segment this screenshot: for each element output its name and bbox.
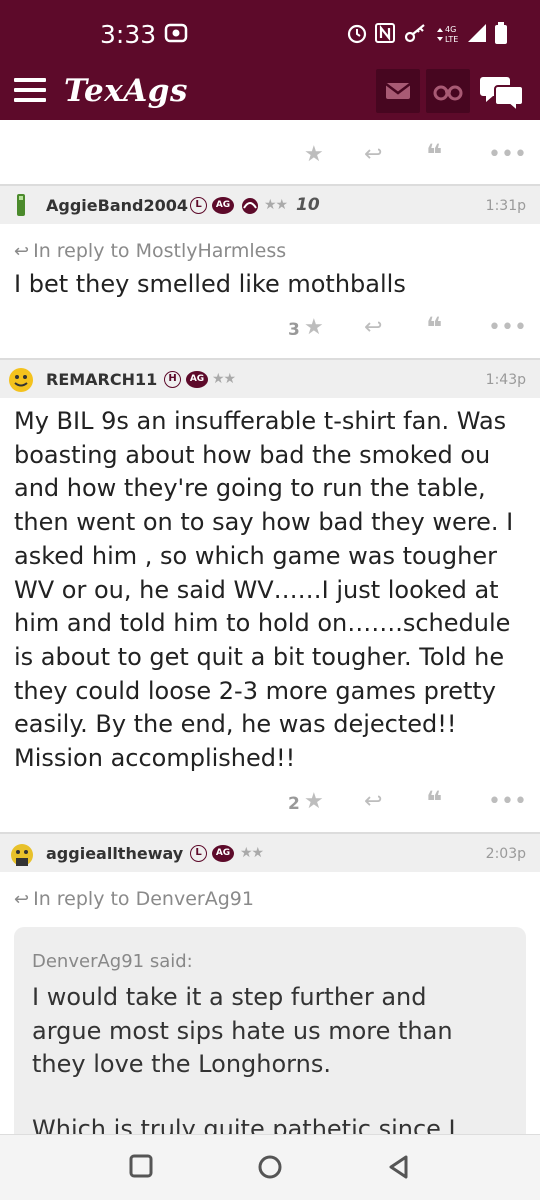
quote-icon[interactable]: ❝ — [426, 785, 442, 818]
quoted-post: DenverAg91 said: I would take it a step … — [14, 927, 526, 1134]
mail-icon — [385, 83, 411, 99]
reply-icon[interactable]: ↩ — [364, 142, 382, 167]
signal-icon — [468, 24, 486, 42]
binoculars-icon — [433, 85, 463, 101]
star-icon[interactable]: ★ — [304, 315, 324, 340]
chat-icon[interactable] — [480, 72, 526, 112]
more-icon[interactable]: ••• — [488, 315, 527, 340]
reply-icon[interactable]: ↩ — [364, 315, 382, 340]
alarm-icon — [347, 24, 367, 44]
reply-arrow-icon: ↩ — [14, 241, 30, 262]
post-actions: 3 ★ ↩ ❝ ••• — [0, 311, 540, 345]
back-icon[interactable] — [386, 1153, 412, 1181]
post-time: 1:31p — [485, 198, 526, 214]
rating-stars: ★★ — [264, 197, 288, 213]
system-nav-bar — [0, 1134, 540, 1200]
star-icon[interactable]: ★ — [304, 142, 324, 167]
recent-apps-icon[interactable] — [128, 1153, 154, 1179]
like-count: 2 — [288, 794, 300, 814]
watchlist-button[interactable] — [426, 69, 470, 113]
user-badge: L — [190, 845, 207, 862]
site-logo[interactable]: TexAgs — [64, 73, 188, 109]
post-header: aggiealltheway L AG ★★ 2:03p — [0, 832, 540, 872]
reply-to-link[interactable]: ↩ In reply to MostlyHarmless — [14, 240, 286, 262]
quote-text: I would take it a step further and argue… — [32, 983, 453, 1078]
menu-icon[interactable] — [14, 78, 46, 104]
username[interactable]: AggieBand2004 — [46, 196, 188, 215]
ag-badge: AG — [186, 371, 208, 388]
previous-post-actions: ★ ↩ ❝ ••• — [0, 138, 540, 172]
quote-icon[interactable]: ❝ — [426, 138, 442, 171]
user-badge: H — [164, 371, 181, 388]
user-badge: L — [190, 197, 207, 214]
status-time: 3:33 — [100, 20, 157, 49]
rank-badge: 10 — [296, 195, 320, 215]
quote-author[interactable]: DenverAg91 said: — [32, 951, 193, 972]
svg-text:4G: 4G — [445, 25, 456, 34]
reply-to-text: In reply to DenverAg91 — [33, 888, 254, 910]
reply-to-text: In reply to MostlyHarmless — [33, 240, 287, 262]
screen-record-icon — [164, 23, 188, 43]
thread-content: ★ ↩ ❝ ••• AggieBand2004 L AG ★★ 10 1:31p… — [0, 120, 540, 1134]
svg-text:LTE: LTE — [445, 35, 458, 44]
username[interactable]: aggiealltheway — [46, 844, 183, 863]
ag-badge: AG — [212, 845, 234, 862]
nfc-icon — [375, 23, 395, 43]
more-icon[interactable]: ••• — [488, 142, 527, 167]
avatar[interactable] — [8, 841, 34, 867]
quote-icon[interactable]: ❝ — [426, 311, 442, 344]
star-icon[interactable]: ★ — [304, 789, 324, 814]
rating-stars: ★★ — [240, 845, 264, 861]
reply-to-link[interactable]: ↩ In reply to DenverAg91 — [14, 888, 254, 910]
post-header: AggieBand2004 L AG ★★ 10 1:31p — [0, 184, 540, 224]
reply-arrow-icon: ↩ — [14, 889, 30, 910]
post-time: 1:43p — [485, 372, 526, 388]
post-body: My BIL 9s an insufferable t-shirt fan. W… — [14, 407, 514, 773]
messages-button[interactable] — [376, 69, 420, 113]
avatar[interactable] — [8, 193, 34, 219]
vpn-key-icon — [404, 24, 425, 43]
avatar[interactable] — [8, 367, 34, 393]
post-time: 2:03p — [485, 846, 526, 862]
username[interactable]: REMARCH11 — [46, 370, 157, 389]
post-actions: 2 ★ ↩ ❝ ••• — [0, 785, 540, 819]
battery-icon — [495, 22, 507, 44]
app-header: TexAgs — [0, 64, 540, 120]
like-count: 3 — [288, 320, 300, 340]
team-logo-icon — [242, 198, 258, 214]
rating-stars: ★★ — [212, 371, 236, 387]
home-icon[interactable] — [256, 1153, 284, 1181]
post-body: I bet they smelled like mothballs — [14, 270, 406, 298]
lte-icon: 4G LTE — [437, 25, 458, 44]
quote-text-continued: Which is truly quite pathetic since I — [32, 1115, 456, 1134]
reply-icon[interactable]: ↩ — [364, 789, 382, 814]
status-bar: 3:33 4G LTE — [0, 0, 540, 64]
post-header: REMARCH11 H AG ★★ 1:43p — [0, 358, 540, 398]
more-icon[interactable]: ••• — [488, 789, 527, 814]
ag-badge: AG — [212, 197, 234, 214]
